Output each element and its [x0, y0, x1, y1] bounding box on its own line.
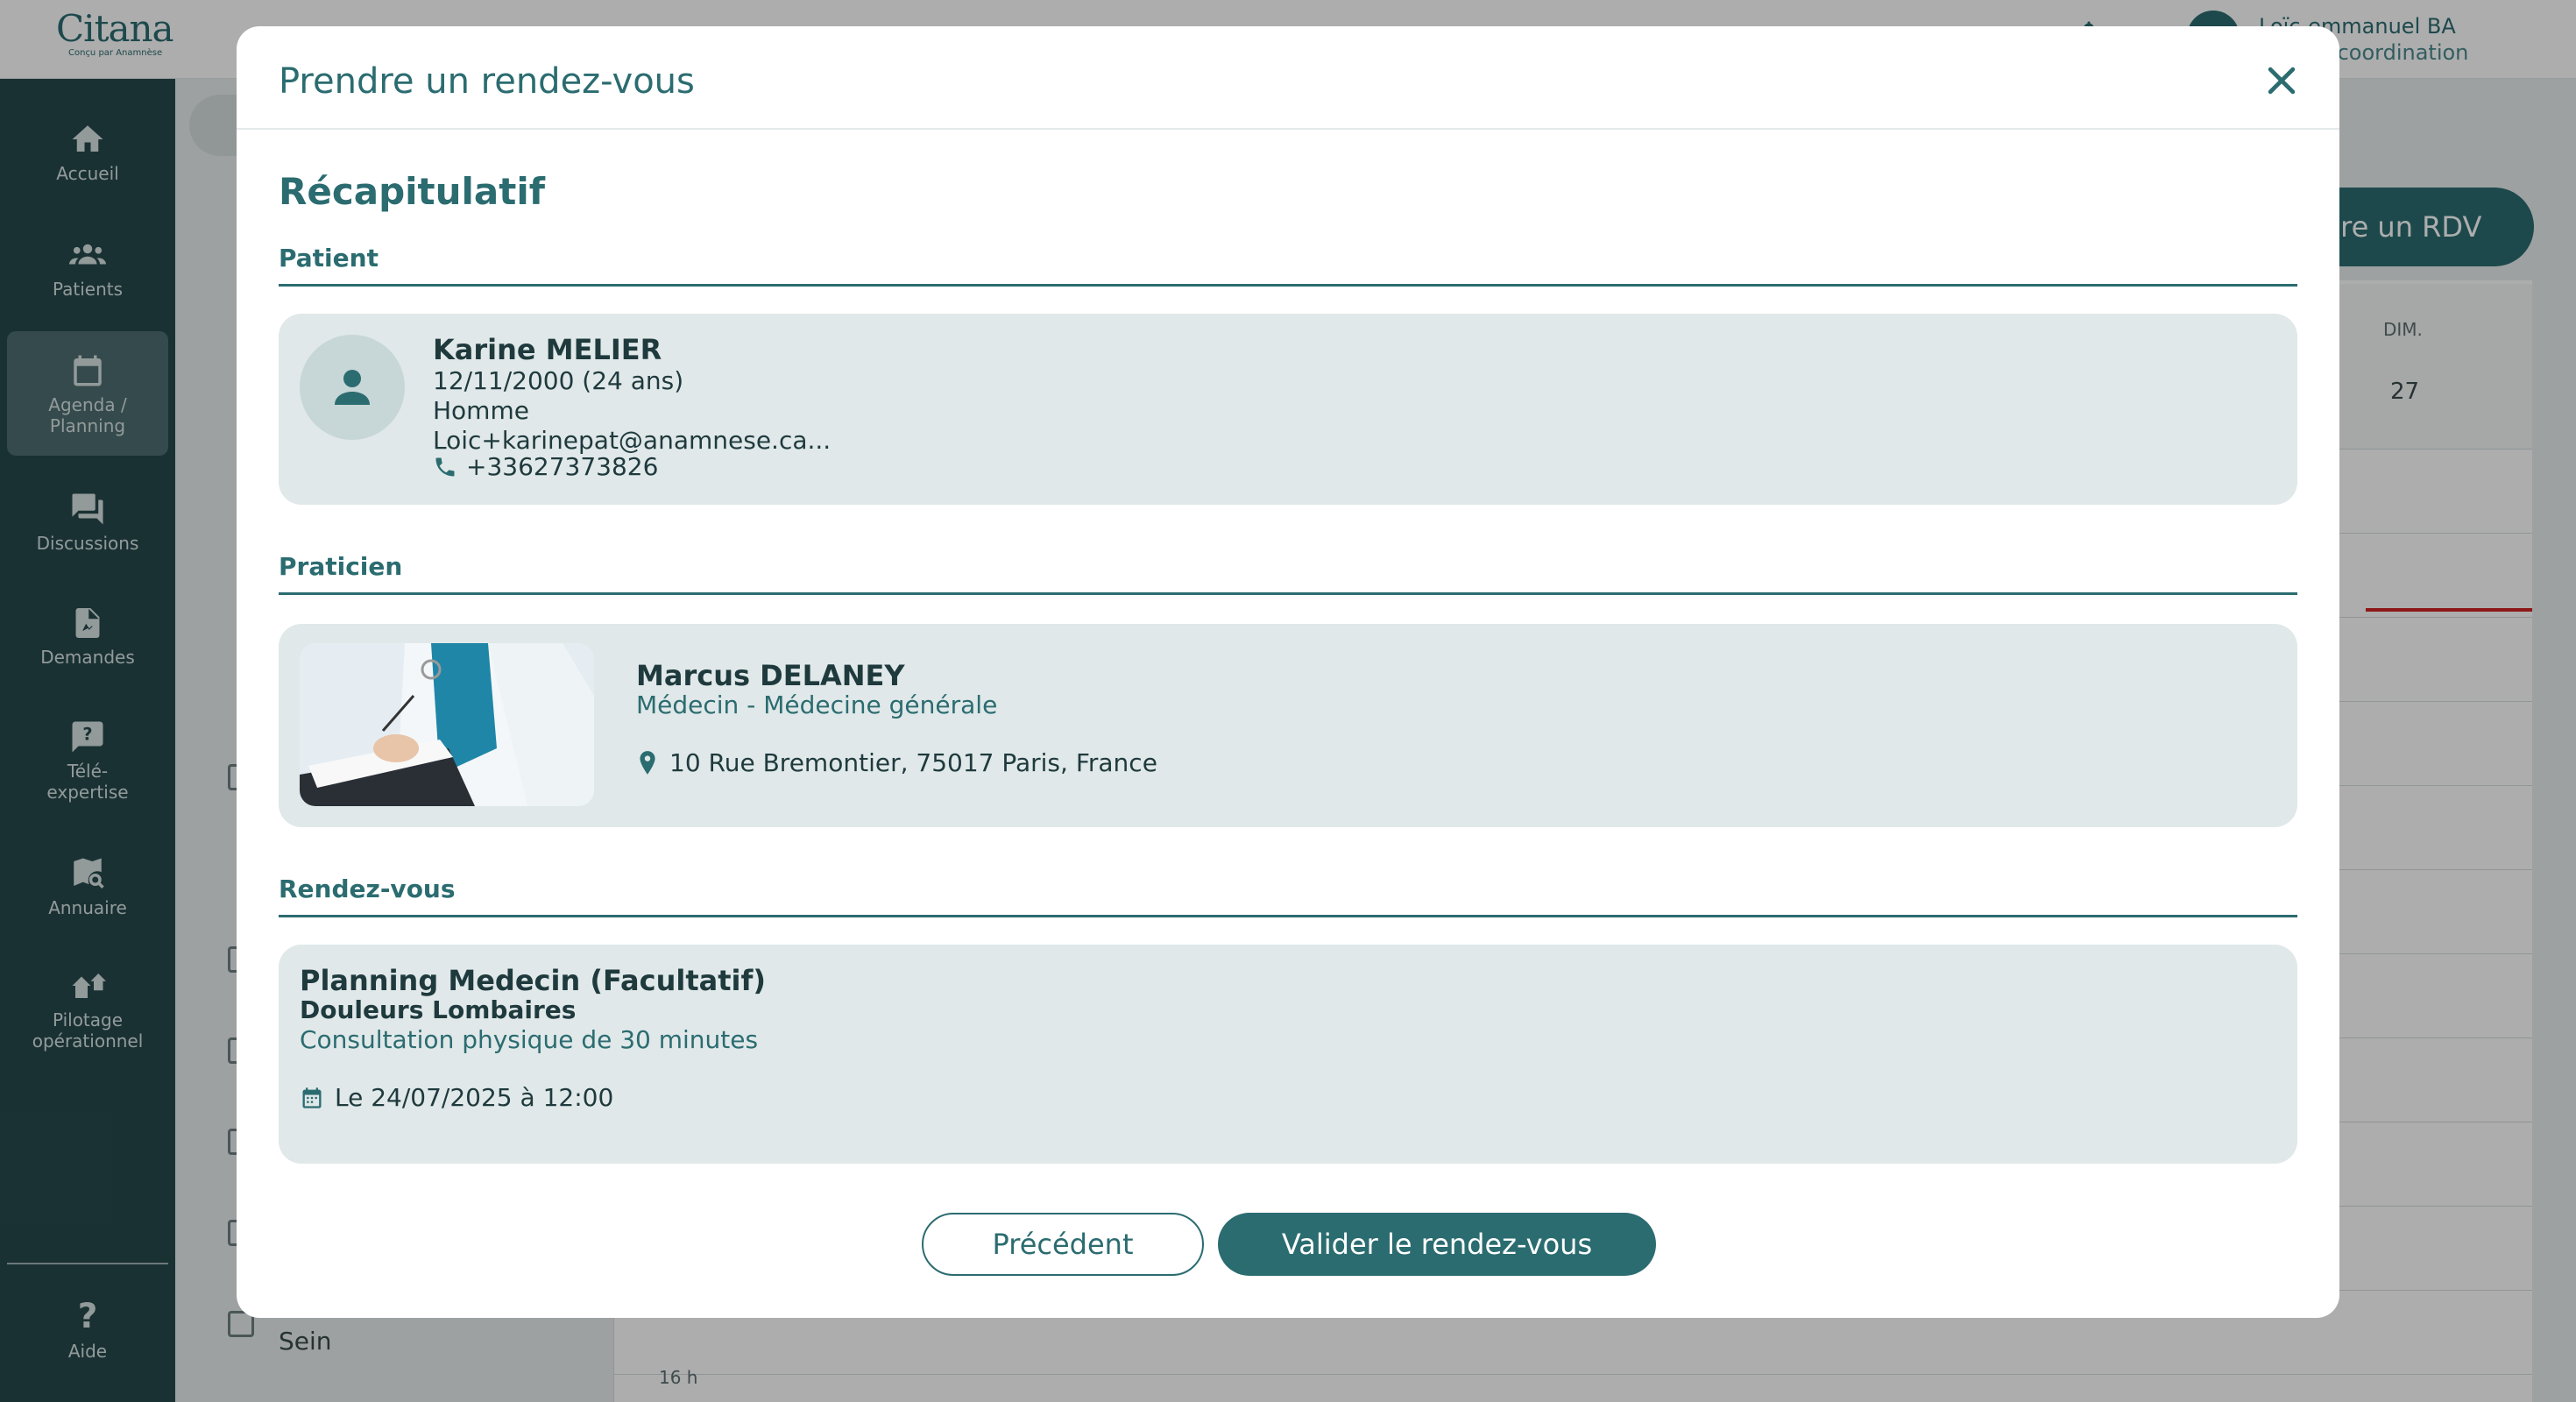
appointment-description: Consultation physique de 30 minutes — [300, 1025, 759, 1054]
appointment-date: Le 24/07/2025 à 12:00 — [335, 1083, 614, 1112]
previous-button[interactable]: Précédent — [922, 1213, 1204, 1276]
patient-card: Karine MELIER 12/11/2000 (24 ans) Homme … — [279, 314, 2297, 505]
patient-phone: +33627373826 — [466, 452, 659, 481]
rendez-vous-card: Planning Medecin (Facultatif) Douleurs L… — [279, 945, 2297, 1164]
section-label-patient: Patient — [279, 244, 379, 273]
calendar-icon — [302, 1087, 322, 1108]
section-divider — [279, 915, 2297, 917]
person-icon — [335, 370, 370, 405]
appointment-motif: Douleurs Lombaires — [300, 995, 577, 1024]
praticien-address-row: 10 Rue Bremontier, 75017 Paris, France — [636, 748, 1157, 777]
location-pin-icon — [640, 750, 655, 775]
appointment-date-row: Le 24/07/2025 à 12:00 — [300, 1083, 613, 1112]
section-divider — [279, 592, 2297, 595]
praticien-address: 10 Rue Bremontier, 75017 Paris, France — [669, 748, 1157, 777]
section-divider — [279, 284, 2297, 287]
praticien-name: Marcus DELANEY — [636, 659, 905, 692]
validate-appointment-button[interactable]: Valider le rendez-vous — [1218, 1213, 1656, 1276]
praticien-photo — [300, 643, 594, 806]
modal-title: Prendre un rendez-vous — [279, 61, 695, 102]
praticien-specialty: Médecin - Médecine générale — [636, 690, 998, 719]
modal-header: Prendre un rendez-vous — [237, 26, 2339, 130]
patient-email: Loic+karinepat@anamnese.ca... — [433, 426, 832, 455]
patient-name: Karine MELIER — [433, 333, 662, 366]
praticien-card: Marcus DELANEY Médecin - Médecine généra… — [279, 624, 2297, 827]
appointment-modal: Prendre un rendez-vous Récapitulatif Pat… — [237, 26, 2339, 1318]
planning-name: Planning Medecin (Facultatif) — [300, 964, 767, 997]
avatar — [300, 335, 405, 440]
section-label-praticien: Praticien — [279, 552, 403, 581]
close-icon[interactable] — [2262, 61, 2301, 100]
patient-birthdate: 12/11/2000 (24 ans) — [433, 366, 684, 395]
patient-phone-row: +33627373826 — [433, 452, 658, 481]
section-label-rendez-vous: Rendez-vous — [279, 874, 456, 903]
recap-title: Récapitulatif — [279, 170, 545, 213]
patient-gender: Homme — [433, 396, 529, 425]
phone-icon — [435, 457, 455, 476]
